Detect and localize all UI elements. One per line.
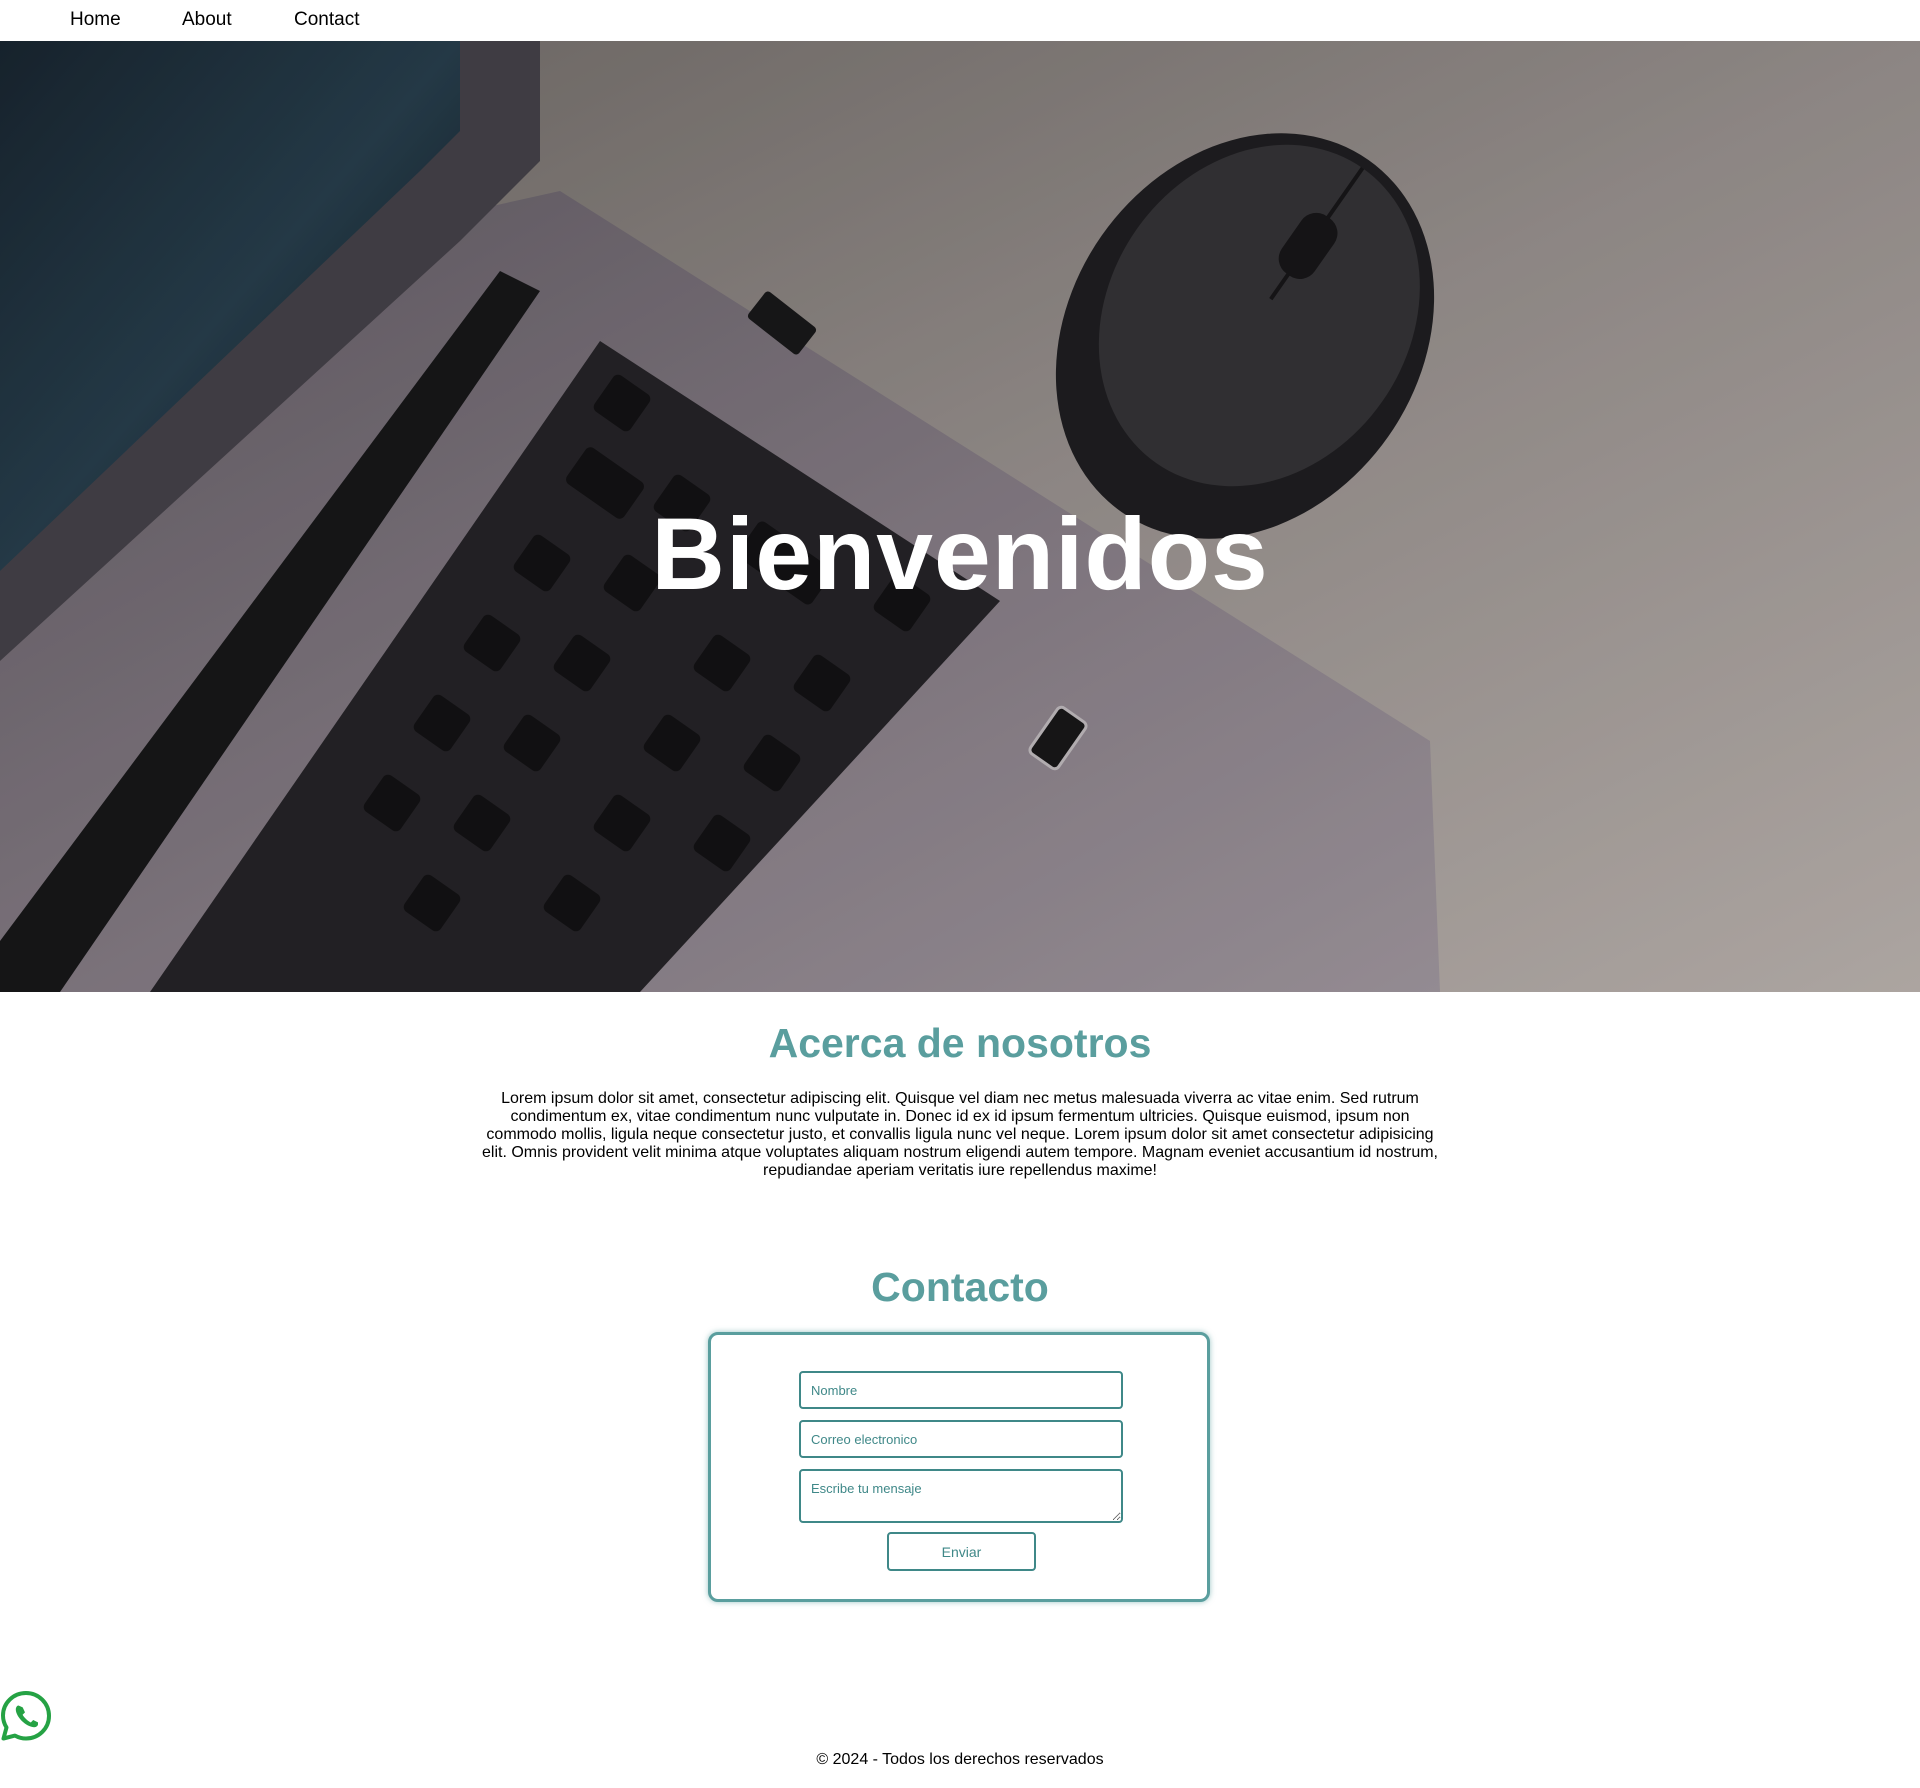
nav-link-contact[interactable]: Contact xyxy=(294,9,359,31)
nav-link-home[interactable]: Home xyxy=(70,9,121,31)
nav-link-about[interactable]: About xyxy=(182,9,232,31)
hero-title: Bienvenidos xyxy=(651,497,1269,611)
message-textarea[interactable] xyxy=(799,1469,1123,1523)
about-text: Lorem ipsum dolor sit amet, consectetur … xyxy=(481,1090,1438,1179)
about-title: Acerca de nosotros xyxy=(768,1020,1152,1066)
email-input[interactable] xyxy=(799,1420,1123,1458)
navbar: Home About Contact xyxy=(0,0,1920,41)
send-button[interactable]: Enviar xyxy=(887,1532,1036,1571)
name-input[interactable] xyxy=(799,1371,1123,1409)
contact-title: Contacto xyxy=(871,1264,1049,1310)
contact-form: Enviar xyxy=(708,1332,1210,1602)
whatsapp-icon[interactable] xyxy=(0,1690,52,1742)
hero-banner: Bienvenidos xyxy=(0,41,1920,992)
whatsapp-glyph xyxy=(1,1691,51,1741)
footer-text: © 2024 - Todos los derechos reservados xyxy=(816,1751,1104,1768)
page: Home About Contact Bienvenidos Acerca de… xyxy=(0,0,1920,1788)
